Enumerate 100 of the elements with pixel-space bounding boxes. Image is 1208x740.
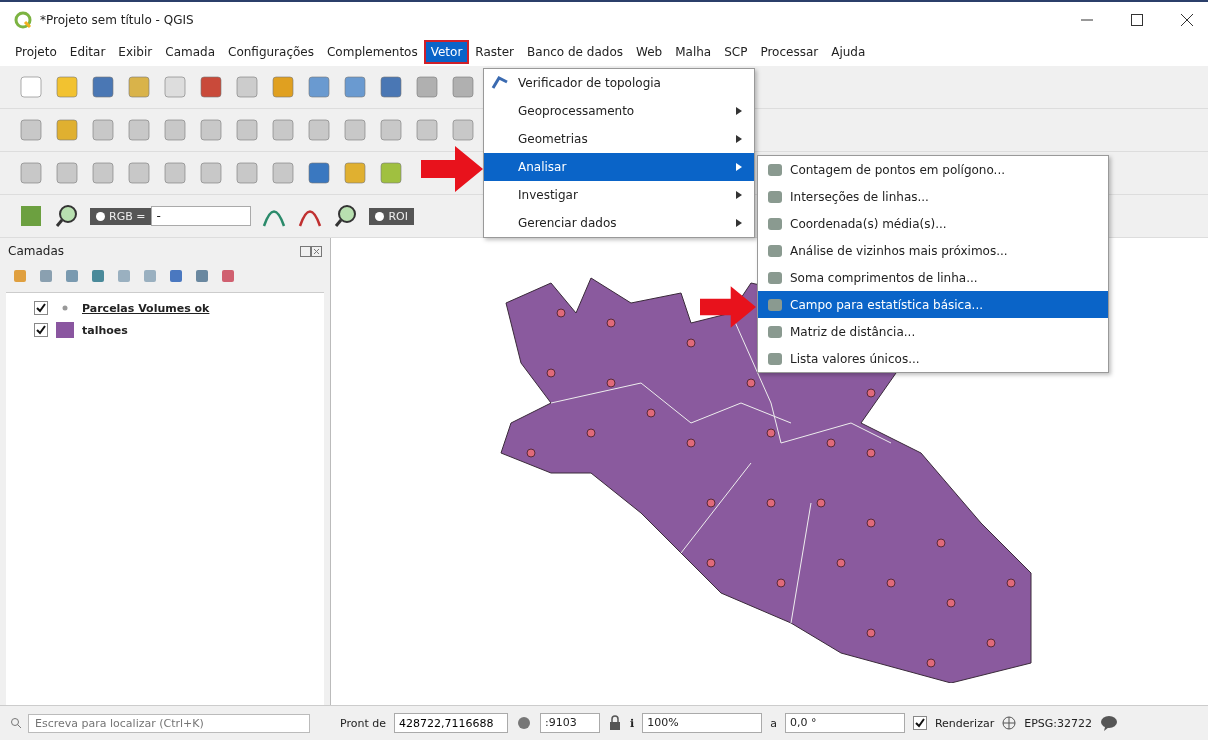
layer-tool-icon[interactable] [194, 268, 210, 284]
render-checkbox[interactable] [912, 716, 927, 730]
magnifier-label: ℹ [630, 716, 635, 730]
menu-entry[interactable]: Investigar [484, 181, 754, 209]
sample-point-marker [606, 378, 616, 388]
tool-icon [766, 323, 784, 340]
tool-icon[interactable] [450, 74, 476, 100]
menu-item[interactable]: SCP [719, 42, 753, 62]
sample-point-marker [746, 378, 756, 388]
rotation-label: a [770, 716, 777, 730]
sample-point-marker [926, 658, 936, 668]
menu-item[interactable]: Exibir [113, 42, 158, 62]
layer-tool-icon[interactable] [90, 268, 106, 284]
magnifier-spinbox[interactable]: 100% [642, 713, 763, 733]
tool-icon[interactable] [378, 160, 404, 186]
tool-icon [766, 215, 784, 232]
pointer-arrow [421, 146, 483, 192]
menu-entry[interactable]: Soma comprimentos de linha... [758, 264, 1108, 291]
menu-item[interactable]: Raster [470, 42, 520, 62]
menu-entry[interactable]: Geometrias [484, 125, 754, 153]
rotation-spinbox[interactable]: 0,0 ° [784, 713, 905, 733]
tool-icon[interactable] [342, 160, 368, 186]
layer-tool-icon[interactable] [12, 268, 28, 284]
menu-entry[interactable]: Coordenada(s) média(s)... [758, 210, 1108, 237]
coordinate-label: Pront de [340, 716, 386, 730]
menu-item[interactable]: Configurações [223, 42, 319, 62]
sample-point-marker [826, 438, 836, 448]
layer-name[interactable]: talhoes [82, 323, 128, 337]
menu-item[interactable]: Complementos [321, 42, 423, 62]
sample-point-marker [706, 558, 716, 568]
menu-entry[interactable]: Campo para estatística básica... [758, 291, 1108, 318]
band-label: RGB = [90, 207, 152, 225]
tool-icon [766, 188, 784, 205]
tool-icon [766, 269, 784, 286]
zoom-icon[interactable] [54, 203, 80, 229]
crs-button[interactable]: EPSG:32722 [1024, 716, 1092, 730]
menu-entry[interactable]: Análise de vizinhos mais próximos... [758, 237, 1108, 264]
scale-icon[interactable] [516, 715, 532, 731]
sample-point-marker [586, 428, 596, 438]
close-icon[interactable] [1180, 13, 1194, 27]
sample-point-marker [706, 498, 716, 508]
menu-entry[interactable]: Contagem de pontos em polígono... [758, 156, 1108, 183]
globe-icon[interactable] [1002, 716, 1017, 730]
tool-icon[interactable] [126, 74, 152, 100]
sample-point-marker [946, 598, 956, 608]
layer-checkbox[interactable] [34, 323, 48, 337]
menu-item[interactable]: Banco de dados [522, 42, 628, 62]
scale-dropdown[interactable]: :9103 [540, 713, 600, 733]
menu-entry[interactable]: Interseções de linhas... [758, 183, 1108, 210]
sample-point-marker [866, 628, 876, 638]
menu-item[interactable]: Camada [160, 42, 220, 62]
menu-item[interactable]: Projeto [10, 42, 62, 62]
pointer-arrow [700, 286, 756, 328]
menu-entry[interactable]: Matriz de distância... [758, 318, 1108, 345]
tool-icon[interactable] [18, 203, 44, 229]
tool-icon[interactable] [342, 74, 368, 100]
menu-entry[interactable]: Analisar [484, 153, 754, 181]
polygon-symbol-icon [56, 322, 74, 338]
layer-tool-icon[interactable] [38, 268, 54, 284]
sample-point-marker [646, 408, 656, 418]
layer-tool-icon[interactable] [64, 268, 80, 284]
menu-item[interactable]: Ajuda [826, 42, 871, 62]
tool-icon[interactable] [198, 74, 224, 100]
band-dropdown[interactable]: - [151, 206, 252, 226]
tool-icon[interactable] [306, 74, 332, 100]
topology-icon [491, 74, 509, 90]
layer-tool-icon[interactable] [116, 268, 132, 284]
menu-entry[interactable]: Verificador de topologia [484, 69, 754, 97]
locator-search-field[interactable]: Escreva para localizar (Ctrl+K) [28, 713, 310, 733]
layer-tool-icon[interactable] [142, 268, 158, 284]
undock-icon[interactable] [300, 245, 322, 257]
tool-icon[interactable] [378, 74, 404, 100]
maximize-icon[interactable] [1130, 13, 1144, 27]
coordinate-field[interactable]: 428722,7116688 [394, 713, 508, 733]
menu-entry[interactable]: Lista valores únicos... [758, 345, 1108, 372]
sample-point-marker [866, 518, 876, 528]
menu-item[interactable]: Processar [755, 42, 824, 62]
sample-point-marker [816, 498, 826, 508]
menu-entry[interactable]: Geoprocessamento [484, 97, 754, 125]
message-icon[interactable] [1100, 715, 1118, 731]
menu-item[interactable]: Malha [670, 42, 717, 62]
tool-icon[interactable] [54, 117, 80, 143]
sample-point-marker [1006, 578, 1016, 588]
tool-icon[interactable] [306, 160, 332, 186]
tool-icon[interactable] [414, 74, 440, 100]
tool-icon[interactable] [54, 74, 80, 100]
layer-tool-icon[interactable] [168, 268, 184, 284]
layer-tool-icon[interactable] [220, 268, 236, 284]
sample-point-marker [866, 448, 876, 458]
search-icon [10, 717, 22, 729]
menu-entry[interactable]: Gerenciar dados [484, 209, 754, 237]
tool-icon[interactable] [270, 74, 296, 100]
sample-point-marker [606, 318, 616, 328]
layer-name[interactable]: Parcelas Volumes ok [82, 301, 210, 315]
lock-icon[interactable] [608, 715, 622, 731]
tool-icon[interactable] [90, 74, 116, 100]
layer-checkbox[interactable] [34, 301, 48, 315]
menu-item[interactable]: Vetor [425, 42, 468, 62]
menu-item[interactable]: Editar [64, 42, 111, 62]
menu-item[interactable]: Web [631, 42, 668, 62]
